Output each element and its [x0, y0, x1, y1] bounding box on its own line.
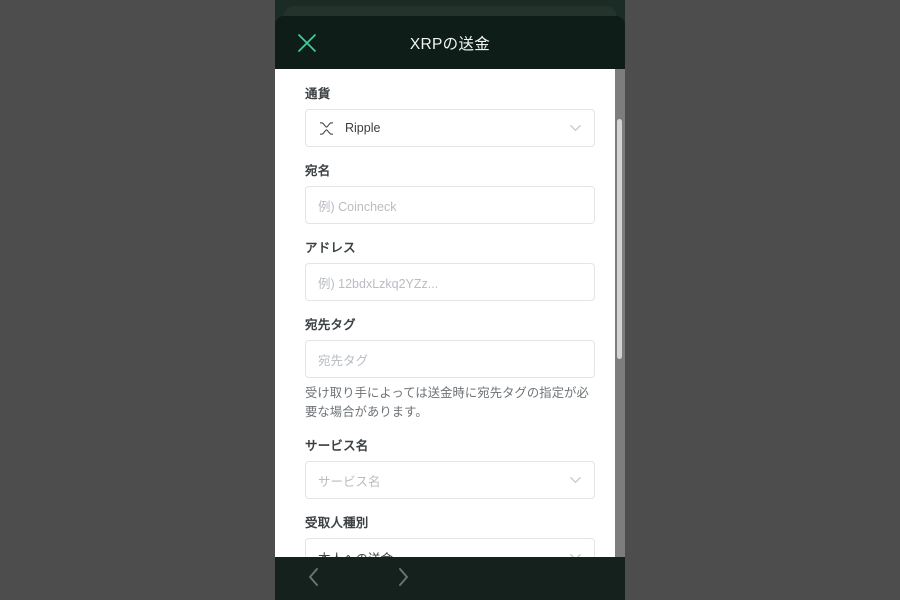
field-group: サービス名 サービス名: [305, 435, 595, 500]
nav-back-button[interactable]: [298, 564, 328, 594]
field-label: 受取人種別: [305, 516, 369, 531]
text-input-field[interactable]: 例) Coincheck: [305, 186, 595, 224]
field-group: アドレス例) 12bdxLzkq2YZz...: [305, 237, 595, 301]
close-button[interactable]: [289, 25, 325, 61]
field-helper-text: 受け取り手によっては送金時に宛先タグの指定が必要な場合があります。: [305, 386, 589, 420]
close-x-icon: [296, 32, 318, 54]
scrollbar-track[interactable]: [615, 69, 625, 557]
field-group: 受取人種別本人への送金: [305, 512, 595, 557]
field-value: 本人への送金: [318, 548, 393, 557]
field-placeholder: 宛先タグ: [318, 353, 369, 368]
field-value: Ripple: [345, 121, 381, 135]
chevron-down-icon: [569, 474, 582, 487]
page-background: XRPの送金 通貨 Ripple 宛名例) Coincheck アドレス例) 12bd…: [0, 0, 900, 600]
field-label: 通貨: [305, 87, 331, 101]
field-group: 宛名例) Coincheck: [305, 160, 595, 224]
field-group: 通貨 Ripple: [305, 83, 595, 147]
select-field[interactable]: Ripple: [305, 109, 595, 147]
field-placeholder: サービス名: [318, 474, 381, 489]
page-title: XRPの送金: [409, 35, 491, 53]
modal-body: 通貨 Ripple 宛名例) Coincheck アドレス例) 12bdxLzkq2Y…: [275, 69, 625, 557]
text-input-field[interactable]: 宛先タグ: [305, 340, 595, 378]
field-label: 宛名: [305, 164, 331, 178]
chevron-down-icon: [569, 122, 582, 135]
field-group: 宛先タグ 宛先タグ 受け取り手によっては送金時に宛先タグの指定が必要な場合があります…: [305, 314, 595, 422]
transfer-form: 通貨 Ripple 宛名例) Coincheck アドレス例) 12bdxLzkq2Y…: [275, 69, 625, 557]
phone-viewport: XRPの送金 通貨 Ripple 宛名例) Coincheck アドレス例) 12bd…: [275, 0, 625, 600]
select-field[interactable]: 本人への送金: [305, 538, 595, 557]
chevron-left-icon: [305, 566, 322, 593]
nav-forward-button[interactable]: [388, 564, 418, 594]
xrp-coin-icon: [318, 120, 335, 137]
field-placeholder: 例) Coincheck: [318, 199, 397, 214]
select-field[interactable]: サービス名: [305, 461, 595, 500]
text-input-field[interactable]: 例) 12bdxLzkq2YZz...: [305, 263, 595, 301]
field-placeholder: 例) 12bdxLzkq2YZz...: [318, 276, 439, 291]
field-label: サービス名: [305, 439, 369, 454]
bottom-navigation-bar: [275, 557, 625, 600]
modal-header: XRPの送金: [275, 16, 625, 69]
chevron-right-icon: [395, 566, 412, 593]
field-label: 宛先タグ: [305, 318, 356, 332]
scrollbar-thumb[interactable]: [617, 119, 622, 359]
field-label: アドレス: [305, 241, 356, 255]
